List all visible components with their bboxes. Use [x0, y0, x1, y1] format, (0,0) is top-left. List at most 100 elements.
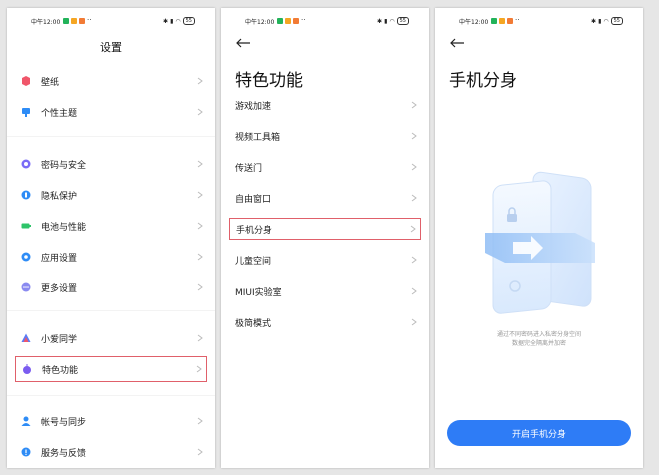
notification-icons [63, 17, 85, 24]
chevron-right-icon [411, 194, 417, 202]
theme-icon [21, 107, 31, 117]
description-line: 通过不同密码进入私密分身空间 [496, 331, 581, 338]
settings-item-privacy[interactable]: 隐私保护 [15, 182, 207, 208]
chevron-right-icon [411, 287, 417, 295]
settings-item-more-settings[interactable]: 更多设置 [15, 274, 207, 300]
settings-item-label: 个性主题 [41, 108, 78, 119]
feature-item-label: 传送门 [235, 163, 263, 174]
settings-item-app-settings[interactable]: 应用设置 [15, 244, 207, 270]
feature-item-miui-lab[interactable]: MIUI实验室 [229, 280, 421, 302]
settings-item-theme[interactable]: 个性主题 [15, 99, 207, 125]
notification-icon [507, 18, 513, 24]
notification-icon [71, 18, 77, 24]
settings-item-wallpaper[interactable]: 壁纸 [15, 68, 207, 94]
feature-item-free-window[interactable]: 自由窗口 [229, 187, 421, 209]
settings-item-password-security[interactable]: 密码与安全 [15, 151, 207, 177]
more-notifications: ·· [515, 16, 520, 24]
wifi-icon: ◠ [389, 17, 395, 25]
page-title: 手机分身 [449, 71, 517, 91]
wifi-icon: ◠ [175, 17, 181, 25]
battery-icon: 55 [396, 17, 409, 25]
status-time: 中午12:00 [31, 19, 61, 26]
page-title: 特色功能 [235, 71, 303, 91]
page-title: 设置 [100, 41, 122, 54]
system-icons: ✱ ▮ ◠ 55 [163, 17, 195, 25]
feature-item-portal[interactable]: 传送门 [229, 156, 421, 178]
wallpaper-icon [21, 76, 31, 86]
back-arrow-icon[interactable] [449, 37, 465, 49]
settings-item-label: 密码与安全 [41, 160, 87, 171]
settings-item-xiaoai[interactable]: 小爱同学 [15, 325, 207, 351]
settings-item-label: 小爱同学 [41, 334, 78, 345]
feature-item-kids-space[interactable]: 儿童空间 [229, 249, 421, 271]
settings-item-special-features[interactable]: 特色功能 [15, 356, 207, 382]
settings-item-label: 电池与性能 [41, 222, 87, 233]
settings-item-label: 更多设置 [41, 283, 78, 294]
notification-icon [293, 18, 299, 24]
settings-item-label: 特色功能 [42, 365, 79, 376]
notification-icon [285, 18, 291, 24]
settings-item-label: 壁纸 [41, 77, 60, 88]
status-bar: 中午12:00 ·· ✱ ▮ ◠ 55 [221, 16, 429, 29]
special-features-screen: 中午12:00 ·· ✱ ▮ ◠ 55 特色功能 游戏加速 视频工具箱 传送门 … [221, 8, 429, 468]
feature-item-label: MIUI实验室 [235, 287, 282, 298]
settings-item-label: 帐号与同步 [41, 417, 87, 428]
more-notifications: ·· [301, 16, 306, 24]
divider [7, 310, 215, 311]
divider [7, 136, 215, 137]
settings-item-service-feedback[interactable]: 服务与反馈 [15, 439, 207, 465]
feature-item-second-space[interactable]: 手机分身 [229, 218, 421, 240]
feature-item-label: 儿童空间 [235, 256, 272, 267]
notification-icon [79, 18, 85, 24]
feature-item-game-turbo[interactable]: 游戏加速 [229, 94, 421, 116]
status-bar: 中午12:00 ·· ✱ ▮ ◠ 55 [7, 16, 215, 29]
second-space-screen: 中午12:00 ·· ✱ ▮ ◠ 55 手机分身 通过不同密码进入私密分身空间 … [435, 8, 643, 468]
settings-item-battery[interactable]: 电池与性能 [15, 213, 207, 239]
chevron-right-icon [197, 222, 203, 230]
chevron-right-icon [197, 191, 203, 199]
description: 通过不同密码进入私密分身空间 数据完全隔离并加密 [435, 330, 643, 348]
battery-icon: 55 [610, 17, 623, 25]
feature-item-label: 极简模式 [235, 318, 272, 329]
more-icon [21, 282, 31, 292]
settings-item-label: 隐私保护 [41, 191, 78, 202]
divider [7, 395, 215, 396]
feature-item-minimal-mode[interactable]: 极简模式 [229, 311, 421, 333]
chevron-right-icon [197, 448, 203, 456]
notification-icons [277, 17, 299, 24]
bluetooth-icon: ✱ [163, 17, 169, 25]
settings-item-label: 应用设置 [41, 253, 78, 264]
wifi-icon: ◠ [603, 17, 609, 25]
chevron-right-icon [197, 108, 203, 116]
description-line: 数据完全隔离并加密 [511, 340, 566, 347]
dual-phone-illustration [485, 171, 595, 314]
account-icon [21, 416, 31, 426]
back-arrow-icon[interactable] [235, 37, 251, 49]
feature-item-video-toolbox[interactable]: 视频工具箱 [229, 125, 421, 147]
lock-icon [21, 159, 31, 169]
chevron-right-icon [411, 101, 417, 109]
chevron-right-icon [197, 334, 203, 342]
feature-item-label: 自由窗口 [235, 194, 272, 205]
battery-icon [21, 221, 31, 231]
chevron-right-icon [196, 365, 202, 373]
feedback-icon [21, 447, 31, 457]
status-time: 中午12:00 [245, 19, 275, 26]
features-icon [22, 364, 32, 374]
enable-second-space-button[interactable]: 开启手机分身 [447, 420, 631, 446]
bluetooth-icon: ✱ [377, 17, 383, 25]
chevron-right-icon [197, 253, 203, 261]
chevron-right-icon [197, 417, 203, 425]
notification-icon [491, 18, 497, 24]
assistant-icon [21, 333, 31, 343]
chevron-right-icon [411, 132, 417, 140]
system-icons: ✱ ▮ ◠ 55 [377, 17, 409, 25]
signal-icon: ▮ [170, 17, 174, 25]
chevron-right-icon [410, 225, 416, 233]
chevron-right-icon [411, 163, 417, 171]
system-icons: ✱ ▮ ◠ 55 [591, 17, 623, 25]
settings-item-account-sync[interactable]: 帐号与同步 [15, 408, 207, 434]
chevron-right-icon [411, 318, 417, 326]
notification-icon [277, 18, 283, 24]
feature-item-label: 游戏加速 [235, 101, 272, 112]
